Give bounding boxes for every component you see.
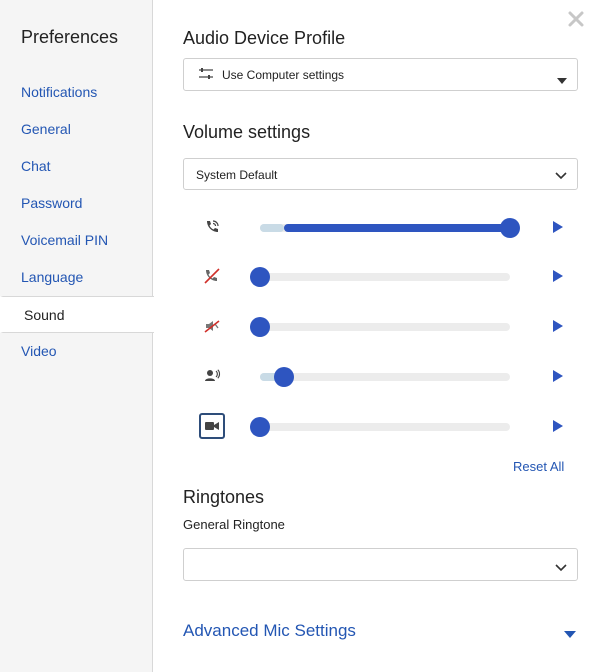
volume-device-select[interactable]: System Default [183, 158, 578, 190]
advanced-mic-settings-toggle[interactable]: Advanced Mic Settings [183, 621, 356, 641]
sidebar-item-video[interactable]: Video [0, 333, 153, 370]
dropdown-caret-icon [557, 73, 567, 87]
play-test-button[interactable] [552, 269, 564, 287]
general-ringtone-label: General Ringtone [183, 517, 285, 532]
preferences-sidebar: Preferences Notifications General Chat P… [0, 0, 154, 672]
ringtone-select[interactable] [183, 548, 578, 581]
caret-down-icon[interactable] [564, 626, 576, 644]
sidebar-item-general[interactable]: General [0, 111, 153, 148]
sliders-icon [198, 67, 214, 84]
volume-row-ringer [183, 259, 578, 293]
volume-row-notification [183, 309, 578, 343]
phone-muted-icon [201, 265, 223, 287]
chevron-down-icon [555, 169, 567, 183]
volume-heading: Volume settings [183, 122, 311, 142]
close-icon[interactable] [567, 10, 585, 28]
video-camera-icon [199, 413, 225, 439]
volume-row-call [183, 210, 578, 244]
speaker-muted-icon [201, 315, 223, 337]
volume-slider-notification[interactable] [250, 317, 510, 337]
play-test-button[interactable] [552, 369, 564, 387]
audio-profile-heading: Audio Device Profile [183, 28, 346, 48]
sidebar-item-notifications[interactable]: Notifications [0, 74, 153, 111]
sidebar-title: Preferences [21, 27, 119, 47]
slider-thumb[interactable] [250, 417, 270, 437]
play-test-button[interactable] [552, 220, 564, 238]
user-speaking-icon [201, 365, 223, 387]
play-test-button[interactable] [552, 319, 564, 337]
volume-slider-video[interactable] [250, 417, 510, 437]
volume-row-video [183, 409, 578, 443]
volume-device-value: System Default [196, 168, 278, 182]
reset-all-link[interactable]: Reset All [513, 459, 564, 474]
slider-thumb[interactable] [500, 218, 520, 238]
slider-thumb[interactable] [250, 267, 270, 287]
play-test-button[interactable] [552, 419, 564, 437]
sidebar-item-password[interactable]: Password [0, 185, 153, 222]
sidebar-item-voicemail-pin[interactable]: Voicemail PIN [0, 222, 153, 259]
slider-thumb[interactable] [250, 317, 270, 337]
phone-call-icon [201, 216, 223, 238]
ringtones-heading: Ringtones [183, 487, 265, 507]
volume-slider-call[interactable] [260, 218, 520, 238]
volume-slider-ringer[interactable] [250, 267, 510, 287]
audio-profile-value: Use Computer settings [222, 68, 345, 82]
volume-row-voice [183, 359, 578, 393]
volume-slider-voice[interactable] [260, 367, 510, 387]
slider-thumb[interactable] [274, 367, 294, 387]
sidebar-item-sound[interactable]: Sound [0, 296, 154, 333]
audio-profile-select[interactable]: Use Computer settings [183, 58, 578, 91]
sidebar-item-chat[interactable]: Chat [0, 148, 153, 185]
chevron-down-icon [555, 561, 567, 575]
sidebar-item-language[interactable]: Language [0, 259, 153, 296]
